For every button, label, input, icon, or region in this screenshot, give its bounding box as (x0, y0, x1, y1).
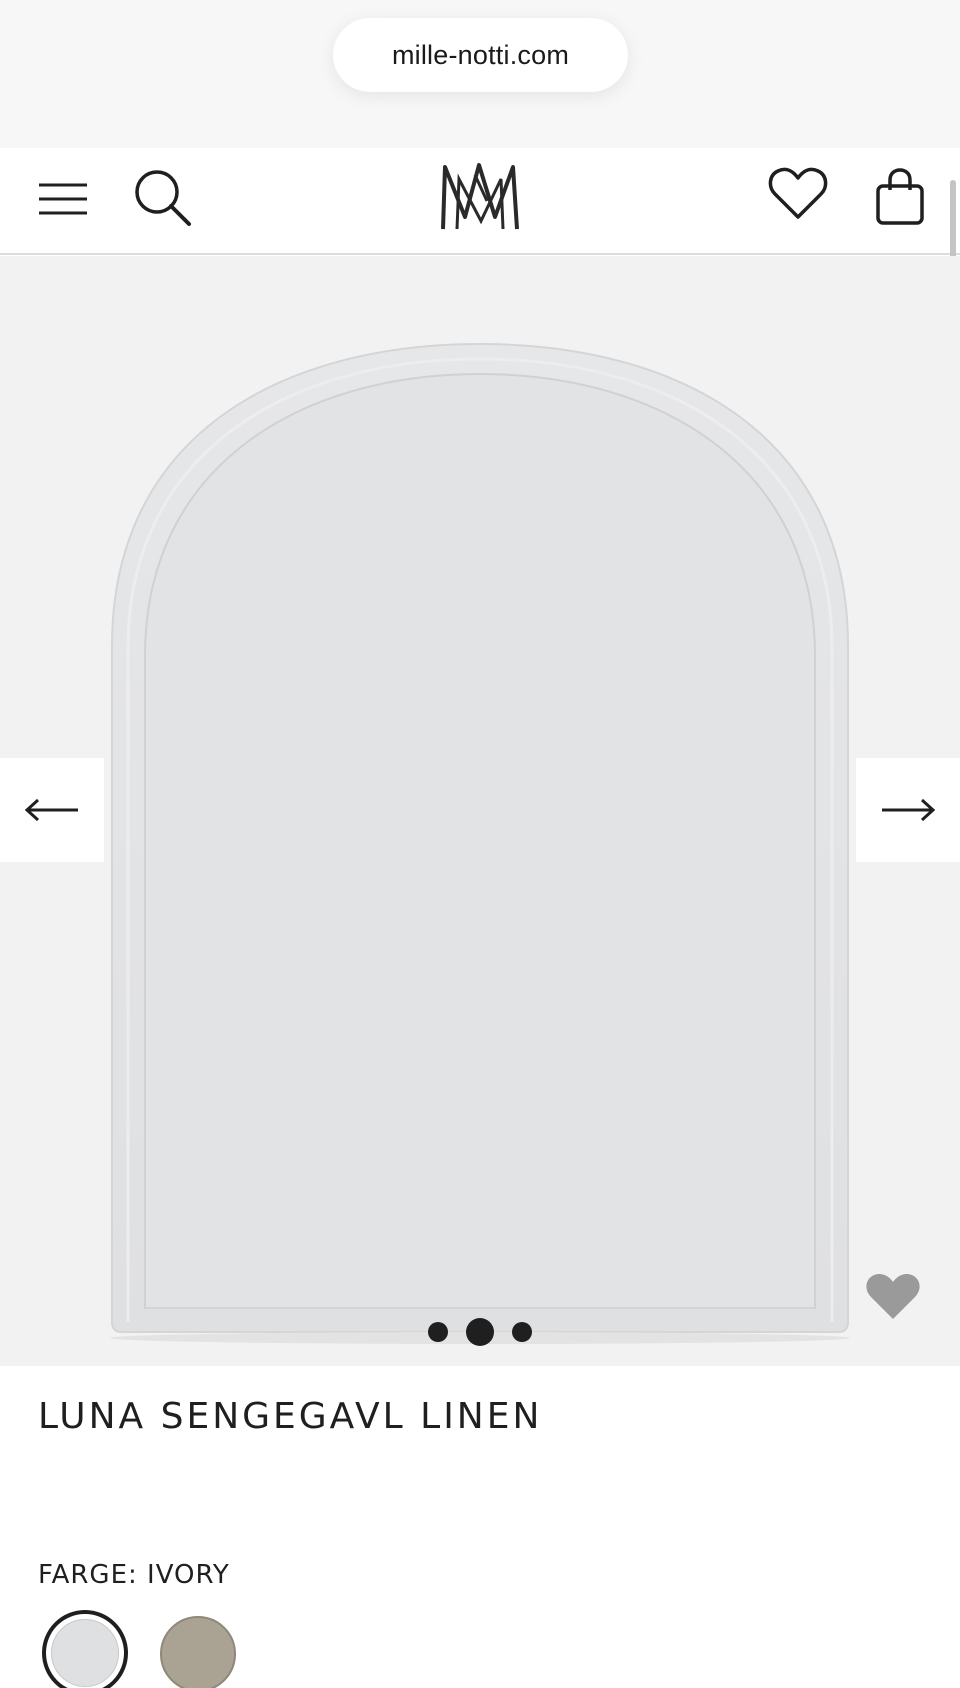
hamburger-menu-icon (39, 183, 87, 215)
previous-slide-button[interactable] (0, 758, 104, 862)
product-image[interactable] (0, 256, 960, 1366)
color-swatch-sand[interactable] (160, 1616, 236, 1688)
color-swatch-ivory-fill (51, 1619, 119, 1687)
arrow-right-icon (882, 798, 936, 822)
shopping-bag-icon (876, 168, 924, 225)
menu-button[interactable] (30, 166, 96, 232)
site-header (0, 148, 960, 255)
next-slide-button[interactable] (856, 758, 960, 862)
slide-dot-2[interactable] (466, 1318, 494, 1346)
slide-dot-3[interactable] (512, 1322, 532, 1342)
add-to-favorites-button[interactable] (862, 1268, 924, 1326)
heart-filled-icon (866, 1273, 920, 1319)
site-logo[interactable] (430, 154, 530, 236)
arrow-left-icon (24, 798, 78, 822)
mille-notti-monogram-logo (441, 163, 519, 230)
search-button[interactable] (128, 160, 198, 236)
color-label-value: IVORY (147, 1560, 230, 1590)
url-bar[interactable]: mille-notti.com (333, 18, 628, 92)
color-label-prefix: FARGE: (38, 1560, 138, 1590)
cart-button[interactable] (866, 160, 934, 234)
heart-outline-icon (768, 167, 828, 219)
color-label: FARGE: IVORY (38, 1560, 230, 1590)
search-icon (135, 170, 191, 226)
wishlist-button[interactable] (764, 160, 832, 228)
browser-bar: mille-notti.com (0, 0, 960, 148)
product-gallery (0, 256, 960, 1366)
color-swatch-ivory[interactable] (42, 1610, 128, 1688)
product-title: LUNA SENGEGAVL LINEN (38, 1396, 543, 1437)
slide-indicators (420, 1312, 540, 1352)
slide-dot-1[interactable] (428, 1322, 448, 1342)
